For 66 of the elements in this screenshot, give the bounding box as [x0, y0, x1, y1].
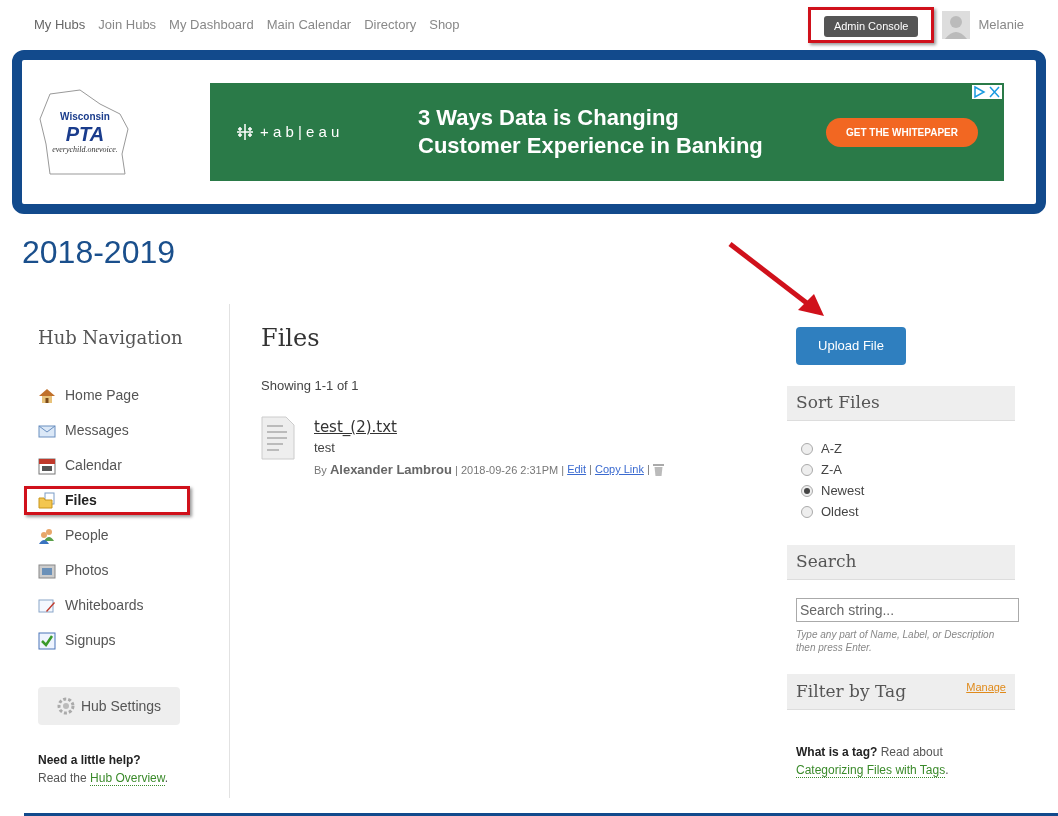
nav-link[interactable]: My Hubs	[34, 15, 86, 35]
user-name[interactable]: Melanie	[978, 15, 1024, 35]
nav-link[interactable]: Join Hubs	[98, 15, 157, 35]
checkbox-icon	[38, 631, 56, 650]
ad-close-icon[interactable]	[972, 85, 1002, 99]
search-field[interactable]: Search string...	[796, 598, 1019, 622]
hub-overview-link[interactable]: Hub Overview	[90, 771, 165, 786]
help-text: Read the Hub Overview.	[38, 770, 170, 787]
file-action-link[interactable]: Copy Link	[594, 461, 644, 478]
cross-cluster-icon	[236, 123, 254, 141]
ad-headline: 3 Ways Data is Changing	[418, 104, 680, 132]
nav-item[interactable]: Files	[24, 486, 190, 515]
sort-option[interactable]: A-Z	[801, 438, 1015, 459]
logo-tagline: everychild.onevoice.	[52, 143, 118, 156]
whiteboard-icon	[38, 596, 56, 615]
page-title: 2018-2019	[22, 233, 176, 272]
sort-option[interactable]: Oldest	[801, 501, 1015, 522]
nav-link[interactable]: Main Calendar	[266, 15, 352, 35]
nav-link[interactable]: My Dashboard	[169, 15, 254, 35]
upload-file-button[interactable]: Upload File	[796, 327, 906, 365]
sort-option[interactable]: Z-A	[801, 459, 1015, 480]
folder-icon	[38, 491, 56, 510]
separator: |	[589, 462, 592, 477]
avatar-icon[interactable]	[942, 11, 971, 39]
tag-help-text: What is a tag? Read about Categorizing Files with Tags.	[796, 744, 950, 779]
file-action-link[interactable]: Edit	[567, 461, 587, 478]
radio-button[interactable]	[801, 484, 813, 497]
house-icon	[38, 386, 56, 405]
gear-icon	[56, 697, 75, 715]
logo-name: PTA	[65, 123, 105, 144]
nav-item[interactable]: Messages	[38, 416, 189, 445]
calendar-icon	[38, 456, 56, 475]
help-title: Need a little help?	[38, 752, 142, 769]
document-icon	[261, 415, 295, 460]
radio-button[interactable]	[801, 442, 813, 455]
hub-settings-button[interactable]: Hub Settings	[38, 687, 180, 725]
nav-link[interactable]: Shop	[429, 15, 460, 35]
sort-option[interactable]: Newest	[801, 480, 1015, 501]
files-title: Files	[261, 323, 321, 354]
people-icon	[38, 526, 56, 545]
photo-icon	[38, 561, 56, 580]
file-meta: By Alexander Lambrou | 2018-09-26 2:31PM |	[314, 460, 565, 479]
nav-link[interactable]: Directory	[364, 15, 417, 35]
nav-item[interactable]: People	[38, 521, 189, 550]
nav-item[interactable]: Home Page	[38, 381, 189, 410]
ad-headline: Customer Experience in Banking	[418, 132, 763, 160]
ad-banner[interactable]: + a b | e a u 3 Ways Data is Changing Customer Experience in Banking GET THE WHITEPAPER	[210, 83, 1004, 181]
nav-item[interactable]: Calendar	[38, 451, 189, 480]
tableau-logo: + a b | e a u	[260, 121, 341, 142]
file-name-link[interactable]: test_(2).txt	[314, 415, 664, 438]
admin-console-button[interactable]: Admin Console	[823, 16, 919, 37]
trash-icon[interactable]	[652, 462, 664, 476]
logo-state: Wisconsin	[60, 109, 110, 124]
sort-header: Sort Files	[787, 386, 1015, 421]
result-count: Showing 1-1 of 1	[261, 377, 360, 395]
nav-item[interactable]: Whiteboards	[38, 591, 189, 620]
separator: |	[646, 462, 650, 477]
file-description: test	[314, 439, 336, 457]
tag-title: Filter by Tag	[796, 679, 907, 703]
search-hint: Type any part of Name, Label, or Description then press Enter.	[796, 628, 996, 654]
sidebar-title: Hub Navigation	[38, 326, 184, 350]
search-header: Search	[787, 545, 1015, 580]
radio-button[interactable]	[801, 463, 813, 476]
nav-item[interactable]: Photos	[38, 556, 189, 585]
radio-button[interactable]	[801, 505, 813, 518]
nav-item[interactable]: Signups	[38, 626, 189, 655]
